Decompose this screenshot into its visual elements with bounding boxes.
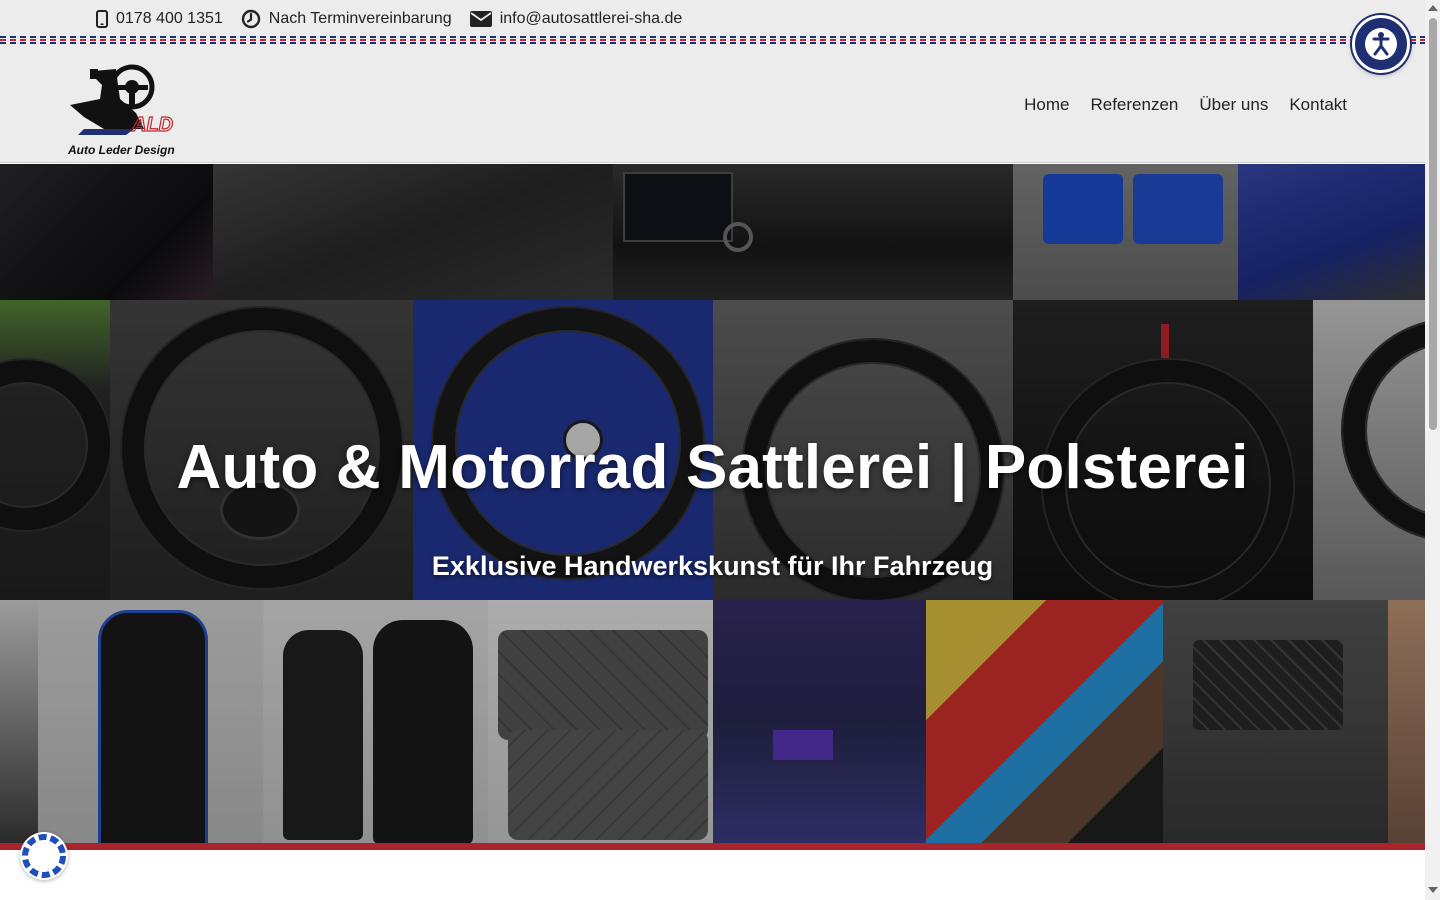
svg-text:ALD: ALD <box>131 114 173 136</box>
nav-home[interactable]: Home <box>1024 95 1069 115</box>
email-address: info@autosattlerei-sha.de <box>499 10 683 27</box>
email-contact[interactable]: info@autosattlerei-sha.de <box>469 10 683 28</box>
site-logo[interactable]: ALD Auto Leder Design <box>64 55 194 157</box>
hero-banner: Auto & Motorrad Sattlerei | Polsterei Ex… <box>0 164 1425 844</box>
hours-info: Nach Terminvereinbarung <box>241 9 452 29</box>
hero-title: Auto & Motorrad Sattlerei | Polsterei <box>176 433 1249 502</box>
phone-number: 0178 400 1351 <box>116 10 223 27</box>
flag-stripe-divider <box>0 36 1425 45</box>
envelope-icon <box>469 11 492 27</box>
scroll-down-arrow-icon[interactable] <box>1428 887 1438 893</box>
hero-bottom-accent-bar <box>0 843 1425 850</box>
phone-contact[interactable]: 0178 400 1351 <box>96 10 223 28</box>
logo-graphic: ALD <box>70 64 174 137</box>
nav-kontakt[interactable]: Kontakt <box>1289 95 1347 115</box>
hero-dark-overlay <box>0 164 1425 844</box>
clock-icon <box>241 9 260 29</box>
nav-ueber-uns[interactable]: Über uns <box>1199 95 1268 115</box>
scroll-up-arrow-icon[interactable] <box>1428 5 1438 11</box>
logo-wordmark: Auto Leder Design <box>68 143 175 157</box>
contact-bar: 0178 400 1351 Nach Terminvereinbarung in… <box>0 0 1425 38</box>
accessibility-button[interactable] <box>1352 15 1410 73</box>
mobile-phone-icon <box>96 10 108 28</box>
cookie-settings-button[interactable] <box>20 832 68 880</box>
main-navigation: Home Referenzen Über uns Kontakt <box>1024 95 1347 115</box>
accessibility-icon <box>1365 28 1397 60</box>
page: 0178 400 1351 Nach Terminvereinbarung in… <box>0 0 1440 900</box>
nav-referenzen[interactable]: Referenzen <box>1090 95 1178 115</box>
cookie-settings-icon <box>22 834 66 878</box>
scrollbar-thumb[interactable] <box>1429 18 1437 430</box>
site-header: ALD Auto Leder Design Home Referenzen Üb… <box>0 45 1425 163</box>
hero-subtitle: Exklusive Handwerkskunst für Ihr Fahrzeu… <box>431 551 994 581</box>
hours-text: Nach Terminvereinbarung <box>268 10 452 27</box>
